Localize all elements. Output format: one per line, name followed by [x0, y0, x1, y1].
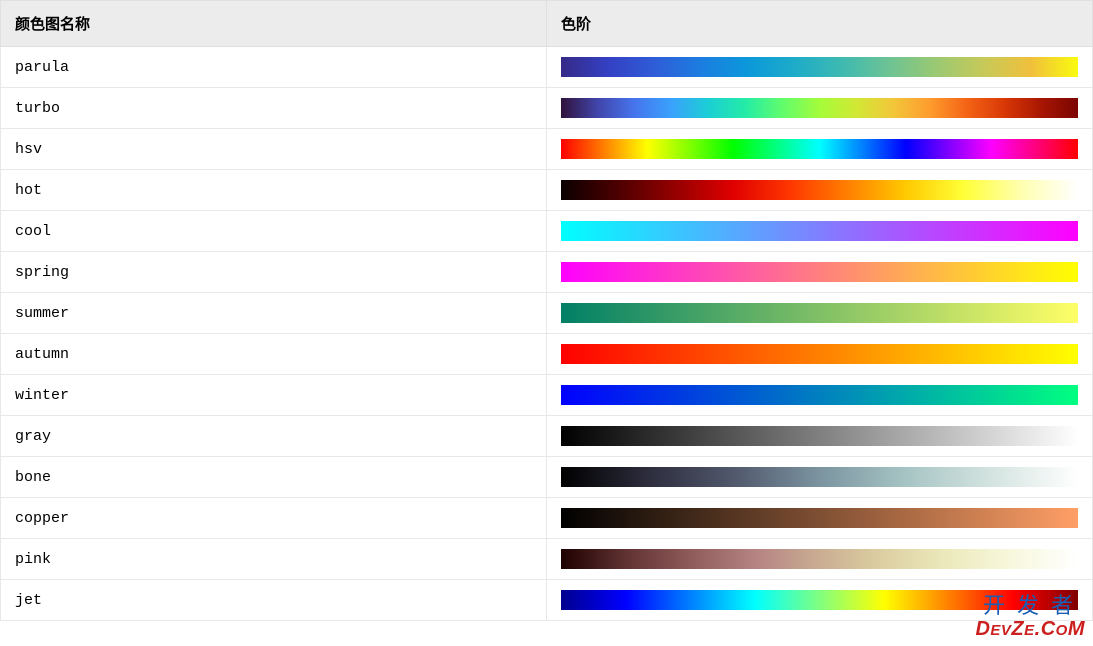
colormap-name: spring — [1, 252, 547, 293]
table-row: hot — [1, 170, 1093, 211]
table-row: turbo — [1, 88, 1093, 129]
table-row: parula — [1, 47, 1093, 88]
colormap-swatch-cell — [547, 170, 1093, 211]
table-row: summer — [1, 293, 1093, 334]
colormap-swatch — [561, 303, 1078, 323]
colormap-swatch — [561, 385, 1078, 405]
colormap-swatch-cell — [547, 539, 1093, 580]
colormap-name: hsv — [1, 129, 547, 170]
header-name: 颜色图名称 — [1, 1, 547, 47]
colormap-swatch — [561, 344, 1078, 364]
colormap-name: turbo — [1, 88, 547, 129]
colormap-swatch — [561, 508, 1078, 528]
colormap-swatch — [561, 467, 1078, 487]
table-row: copper — [1, 498, 1093, 539]
colormap-swatch-cell — [547, 334, 1093, 375]
colormap-swatch — [561, 180, 1078, 200]
colormap-swatch-cell — [547, 252, 1093, 293]
table-row: hsv — [1, 129, 1093, 170]
table-header-row: 颜色图名称 色阶 — [1, 1, 1093, 47]
watermark-line2: DEVZE.COM — [975, 618, 1085, 640]
colormap-swatch-cell — [547, 580, 1093, 621]
colormap-swatch — [561, 426, 1078, 446]
colormap-name: cool — [1, 211, 547, 252]
colormap-table: 颜色图名称 色阶 parulaturbohsvhotcoolspringsumm… — [0, 0, 1093, 621]
colormap-swatch-cell — [547, 416, 1093, 457]
colormap-swatch — [561, 221, 1078, 241]
colormap-name: pink — [1, 539, 547, 580]
colormap-name: summer — [1, 293, 547, 334]
colormap-name: autumn — [1, 334, 547, 375]
colormap-swatch-cell — [547, 375, 1093, 416]
table-row: jet — [1, 580, 1093, 621]
header-swatch: 色阶 — [547, 1, 1093, 47]
colormap-name: parula — [1, 47, 547, 88]
colormap-name: copper — [1, 498, 547, 539]
colormap-swatch — [561, 139, 1078, 159]
table-row: winter — [1, 375, 1093, 416]
colormap-swatch-cell — [547, 88, 1093, 129]
colormap-name: hot — [1, 170, 547, 211]
colormap-swatch-cell — [547, 457, 1093, 498]
table-row: spring — [1, 252, 1093, 293]
table-row: gray — [1, 416, 1093, 457]
colormap-swatch — [561, 590, 1078, 610]
colormap-name: winter — [1, 375, 547, 416]
colormap-swatch-cell — [547, 293, 1093, 334]
table-row: cool — [1, 211, 1093, 252]
table-row: autumn — [1, 334, 1093, 375]
colormap-swatch-cell — [547, 47, 1093, 88]
colormap-name: gray — [1, 416, 547, 457]
colormap-swatch — [561, 98, 1078, 118]
table-row: bone — [1, 457, 1093, 498]
colormap-name: bone — [1, 457, 547, 498]
colormap-swatch — [561, 57, 1078, 77]
colormap-swatch — [561, 262, 1078, 282]
colormap-swatch — [561, 549, 1078, 569]
colormap-swatch-cell — [547, 498, 1093, 539]
colormap-swatch-cell — [547, 211, 1093, 252]
colormap-name: jet — [1, 580, 547, 621]
table-row: pink — [1, 539, 1093, 580]
colormap-swatch-cell — [547, 129, 1093, 170]
